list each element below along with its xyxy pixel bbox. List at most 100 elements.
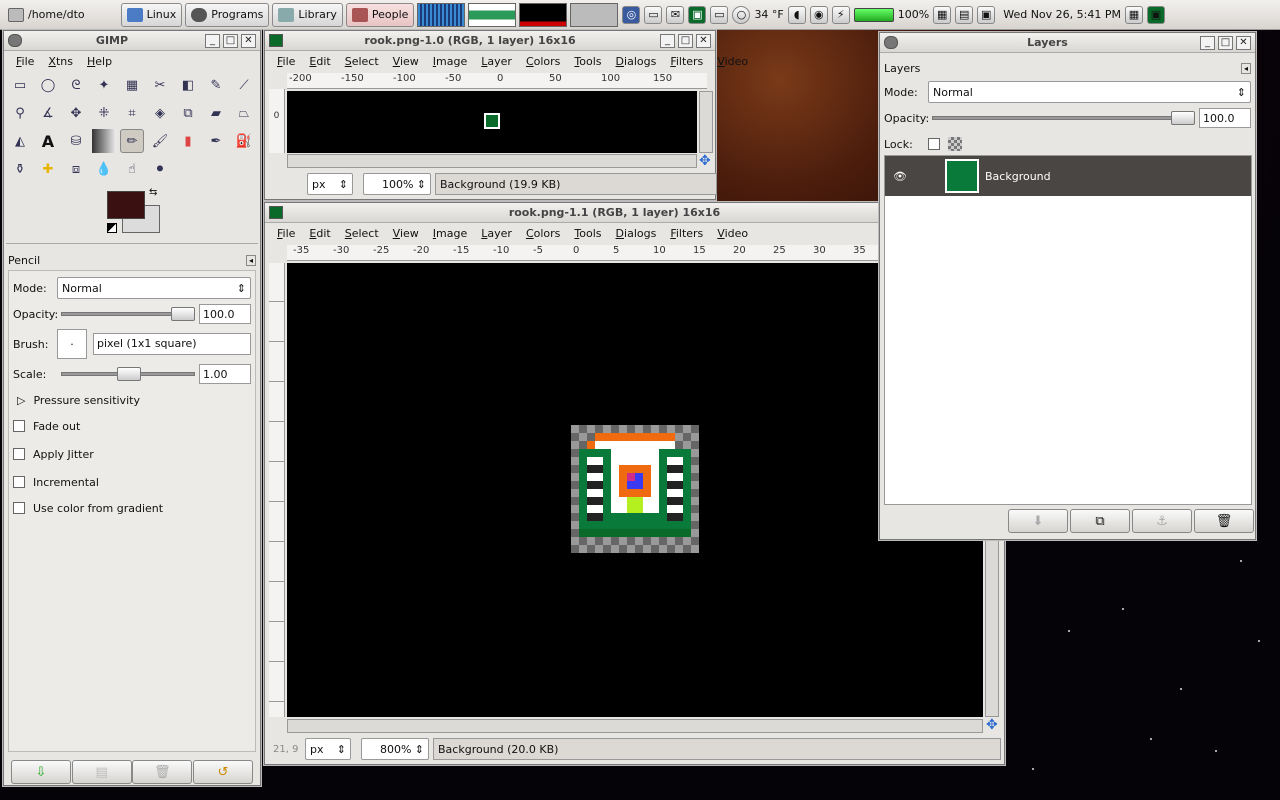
minimize-button[interactable]: _ [660, 33, 675, 48]
zoom-icon[interactable]: ⚲ [8, 101, 32, 125]
brush-name-field[interactable]: pixel (1x1 square) [93, 333, 251, 355]
maximize-button[interactable]: □ [1218, 35, 1233, 50]
scale-slider[interactable] [61, 365, 195, 383]
pencil-icon[interactable]: ✏ [120, 129, 144, 153]
menu-file[interactable]: File [271, 55, 303, 68]
mail-icon[interactable]: ✉ [666, 5, 685, 24]
menu-view[interactable]: View [387, 55, 427, 68]
menu-help[interactable]: Help [81, 55, 120, 68]
layers-tab[interactable]: Layers [884, 62, 920, 75]
scale-icon[interactable]: ⧉ [176, 101, 200, 125]
bucket-fill-icon[interactable]: ⛁ [64, 129, 88, 153]
home-folder-button[interactable]: /home/dto [3, 3, 90, 27]
menu-image[interactable]: Image [427, 55, 475, 68]
reset-options-button[interactable]: ↺ [192, 760, 253, 784]
menu-video[interactable]: Video [711, 55, 756, 68]
panel-library-button[interactable]: Library [272, 2, 343, 27]
rotate-icon[interactable]: ◈ [148, 101, 172, 125]
menu-xtns[interactable]: Xtns [42, 55, 81, 68]
text-icon[interactable]: A [36, 129, 60, 153]
pressure-sensitivity-expander[interactable]: Pressure sensitivity [33, 394, 139, 407]
menu-edit[interactable]: Edit [303, 227, 338, 240]
menu-video[interactable]: Video [711, 227, 756, 240]
fuzzy-select-icon[interactable]: ✦ [92, 73, 116, 97]
fade-out-checkbox[interactable] [13, 420, 25, 432]
image1-canvas[interactable] [287, 91, 697, 153]
delete-options-button[interactable]: 🗑 [132, 760, 193, 784]
navigate-icon[interactable]: ✥ [986, 717, 998, 733]
airbrush-icon[interactable]: ✒ [204, 129, 228, 153]
align-icon[interactable]: ⁜ [92, 101, 116, 125]
ellipse-select-icon[interactable]: ◯ [36, 73, 60, 97]
toolbox-titlebar[interactable]: GIMP _ □ ✕ [4, 31, 260, 51]
delete-layer-button[interactable]: 🗑 [1194, 509, 1254, 533]
image1-vertical-scrollbar[interactable] [699, 91, 713, 153]
menu-file[interactable]: File [10, 55, 42, 68]
menu-dialogs[interactable]: Dialogs [610, 55, 665, 68]
mode-select[interactable]: Normal ⇕ [57, 277, 251, 299]
menu-dialogs[interactable]: Dialogs [610, 227, 665, 240]
rect-select-icon[interactable]: ▭ [8, 73, 32, 97]
display-icon[interactable]: ▣ [977, 5, 996, 24]
layer-opacity-slider[interactable] [932, 109, 1195, 127]
menu-colors[interactable]: Colors [520, 227, 568, 240]
menu-file[interactable]: File [271, 227, 303, 240]
incremental-checkbox[interactable] [13, 476, 25, 488]
menu-select[interactable]: Select [339, 55, 387, 68]
image1-unit-select[interactable]: px ⇕ [307, 173, 353, 195]
menu-layer[interactable]: Layer [475, 55, 520, 68]
menu-view[interactable]: View [387, 227, 427, 240]
minimize-button[interactable]: _ [1200, 35, 1215, 50]
panel-people-button[interactable]: People [345, 2, 415, 27]
image1-horizontal-scrollbar[interactable] [287, 154, 697, 168]
minimize-button[interactable]: _ [205, 33, 220, 48]
menu-tools[interactable]: Tools [568, 227, 609, 240]
calendar-icon[interactable]: ▦ [1124, 5, 1143, 24]
perspective-icon[interactable]: ⏢ [232, 101, 256, 125]
restore-options-button[interactable]: ▤ [71, 760, 132, 784]
maximize-button[interactable]: □ [223, 33, 238, 48]
brush-preview[interactable]: · [57, 329, 87, 359]
menu-filters[interactable]: Filters [664, 227, 711, 240]
layer-row-background[interactable]: 👁 Background [885, 156, 1251, 196]
save-options-button[interactable]: ⇩ [11, 760, 71, 784]
lasso-icon[interactable]: ᘓ [64, 73, 88, 97]
blend-icon[interactable] [92, 129, 116, 153]
layer-opacity-spin[interactable]: 100.0 [1199, 108, 1251, 128]
gimp-task-icon[interactable]: ▣ [688, 5, 707, 24]
opacity-slider[interactable] [61, 305, 195, 323]
apply-jitter-checkbox[interactable] [13, 448, 25, 460]
menu-colors[interactable]: Colors [520, 55, 568, 68]
close-button[interactable]: ✕ [241, 33, 256, 48]
expander-arrow-icon[interactable]: ▷ [17, 394, 25, 407]
lower-layer-button[interactable]: ⬇ [1008, 509, 1068, 533]
image2-horizontal-scrollbar[interactable] [287, 719, 983, 733]
layers-titlebar[interactable]: Layers _ □ ✕ [880, 33, 1255, 53]
clone-icon[interactable]: ⚱ [8, 157, 32, 181]
clock[interactable]: Wed Nov 26, 5:41 PM [1003, 8, 1121, 21]
gimp-icon[interactable]: ▣ [1146, 5, 1165, 24]
crop-icon[interactable]: ⌗ [120, 101, 144, 125]
show-desktop-icon[interactable]: ▭ [644, 5, 663, 24]
duplicate-layer-button[interactable]: ⧉ [1070, 509, 1130, 533]
color-select-icon[interactable]: ▦ [120, 73, 144, 97]
menu-filters[interactable]: Filters [664, 55, 711, 68]
foreground-select-icon[interactable]: ◧ [176, 73, 200, 97]
dodge-burn-icon[interactable]: ⚫ [148, 157, 172, 181]
menu-image[interactable]: Image [427, 227, 475, 240]
shear-icon[interactable]: ▰ [204, 101, 228, 125]
image1-titlebar[interactable]: rook.png-1.0 (RGB, 1 layer) 16x16 _ □ ✕ [265, 31, 715, 51]
image1-zoom-select[interactable]: 100% ⇕ [363, 173, 431, 195]
blur-icon[interactable]: 💧 [92, 157, 116, 181]
panel-menu-icon[interactable]: ◂ [1240, 62, 1251, 74]
layer-name[interactable]: Background [985, 170, 1051, 183]
panel-menu-icon[interactable]: ◂ [245, 254, 256, 266]
maximize-button[interactable]: □ [678, 33, 693, 48]
panel-linux-button[interactable]: Linux [120, 2, 183, 27]
menu-layer[interactable]: Layer [475, 227, 520, 240]
opacity-spin[interactable]: 100.0 [199, 304, 251, 324]
printer-icon[interactable]: ▤ [955, 5, 974, 24]
lock-alpha-checkbox[interactable] [928, 138, 940, 150]
close-button[interactable]: ✕ [696, 33, 711, 48]
browser-icon[interactable]: ◎ [622, 5, 641, 24]
